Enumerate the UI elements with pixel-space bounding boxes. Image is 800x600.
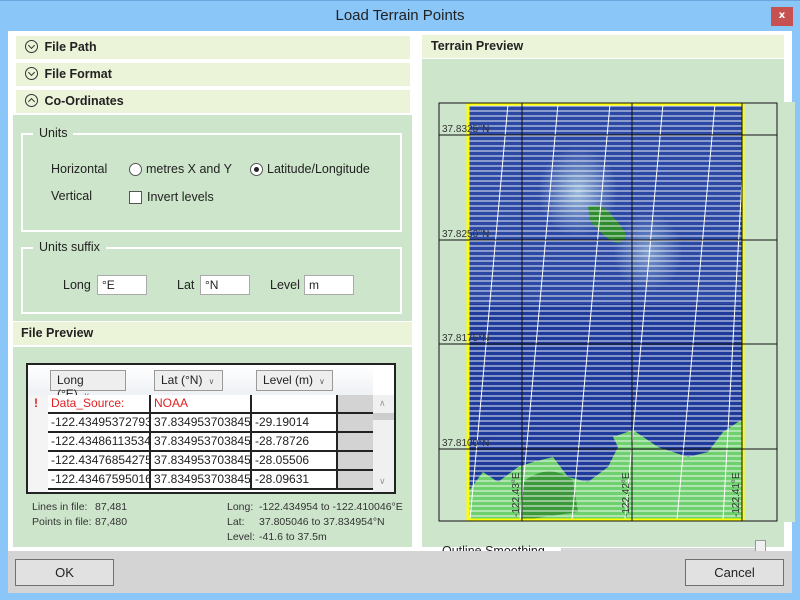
grid-cell[interactable]: 37.834953703845 (151, 471, 252, 490)
window-title: Load Terrain Points (335, 7, 465, 24)
scan-lines (468, 104, 743, 520)
grid-cell[interactable]: -28.78726 (252, 433, 338, 452)
units-group-title: Units (33, 126, 74, 140)
terrain-preview-title: Terrain Preview (431, 39, 524, 53)
lat-suffix-input[interactable]: °N (200, 275, 250, 295)
grid-cell[interactable]: Data_Source: (48, 395, 151, 414)
long-range-label: Long: (227, 501, 254, 513)
column-lat-dropdown[interactable]: Lat (°N) ∨ (154, 370, 223, 391)
collapse-chevron-icon (25, 94, 38, 107)
column-level-label: Level (m) (263, 373, 314, 387)
terrain-preview-panel: 37.8325°N 37.8250°N 37.8175°N 37.8100°N … (422, 59, 795, 559)
column-lat-label: Lat (°N) (161, 373, 203, 387)
grid-cell[interactable]: -28.05506 (252, 452, 338, 471)
grid-vertical-scrollbar[interactable]: ∧ ∨ (373, 395, 394, 492)
grid-cell[interactable]: 37.834953703845 (151, 414, 252, 433)
lat-label: 37.8175°N (442, 333, 489, 344)
coordinates-panel: Units Horizontal metres X and Y Latitude… (13, 115, 412, 321)
lat-label: 37.8325°N (442, 124, 489, 135)
horizontal-label: Horizontal (51, 162, 108, 176)
long-label: -122.43°E (511, 472, 522, 517)
grid-cell[interactable] (252, 395, 338, 414)
grid-cell[interactable]: -122.43495372793 (48, 414, 151, 433)
grid-cell[interactable]: -28.09631 (252, 471, 338, 490)
lines-in-file-value: 87,481 (95, 501, 128, 513)
units-suffix-group: Units suffix Long °E Lat °N Level m (21, 240, 402, 314)
cancel-button[interactable]: Cancel (685, 559, 784, 586)
long-label: -122.41°E (731, 472, 742, 517)
points-in-file-label: Points in file: (32, 516, 92, 528)
radio-metres-label[interactable]: metres X and Y (146, 162, 232, 176)
long-suffix-label: Long (63, 278, 91, 292)
section-coordinates[interactable]: Co-Ordinates (16, 90, 410, 113)
grid-cell[interactable]: -29.19014 (252, 414, 338, 433)
expand-chevron-icon (25, 40, 38, 53)
lat-range-value: 37.805046 to 37.834954°N (259, 516, 385, 528)
grid-cell[interactable]: NOAA (151, 395, 252, 414)
grid-cell-empty (338, 433, 373, 452)
dialog-footer: OK Cancel (8, 551, 792, 593)
lat-suffix-label: Lat (177, 278, 195, 292)
section-file-path-label: File Path (44, 40, 97, 54)
lat-range-label: Lat: (227, 516, 245, 528)
chevron-down-icon: ∨ (208, 377, 215, 386)
ok-button[interactable]: OK (15, 559, 114, 586)
long-range-value: -122.434954 to -122.410046°E (259, 501, 403, 513)
scroll-down-arrow-icon[interactable]: ∨ (379, 477, 386, 487)
units-suffix-group-title: Units suffix (33, 240, 106, 254)
grid-cell[interactable]: -122.43467595016 (48, 471, 151, 490)
level-range-value: -41.6 to 37.5m (259, 531, 327, 543)
title-bar: Load Terrain Points x (0, 0, 800, 31)
row-header-column (28, 395, 48, 492)
section-coordinates-label: Co-Ordinates (44, 94, 124, 108)
grid-cell-empty (338, 452, 373, 471)
error-flag-icon: ! (34, 396, 38, 410)
units-group: Units Horizontal metres X and Y Latitude… (21, 126, 402, 232)
invert-levels-label[interactable]: Invert levels (147, 190, 214, 204)
dialog-body: File Path File Format Co-Ordinates Units… (8, 31, 795, 593)
column-long-dropdown[interactable]: Long (°E)∨ (50, 370, 126, 401)
radio-lat-long[interactable] (250, 163, 263, 176)
expand-chevron-icon (25, 67, 38, 80)
lat-label: 37.8250°N (442, 229, 489, 240)
radio-lat-long-label[interactable]: Latitude/Longitude (267, 162, 370, 176)
file-preview-header: File Preview (13, 322, 412, 345)
close-button[interactable]: x (771, 7, 793, 26)
file-preview-title: File Preview (21, 326, 94, 340)
lines-in-file-label: Lines in file: (32, 501, 88, 513)
section-file-path[interactable]: File Path (16, 36, 410, 59)
grid-column-header-row: Long (°E)∨ Lat (°N) ∨ Level (m) ∨ (28, 365, 373, 401)
lat-label: 37.8100°N (442, 438, 489, 449)
level-suffix-input[interactable]: m (304, 275, 354, 295)
vertical-label: Vertical (51, 189, 92, 203)
grid-cell[interactable]: 37.834953703845 (151, 452, 252, 471)
scroll-up-arrow-icon[interactable]: ∧ (379, 399, 386, 409)
section-file-format[interactable]: File Format (16, 63, 410, 86)
file-preview-grid: Long (°E)∨ Lat (°N) ∨ Level (m) ∨ ! Data_S… (26, 363, 396, 494)
invert-levels-checkbox[interactable] (129, 191, 142, 204)
scroll-thumb[interactable] (373, 413, 394, 420)
long-label: -122.42°E (621, 472, 632, 517)
column-level-dropdown[interactable]: Level (m) ∨ (256, 370, 333, 391)
long-suffix-input[interactable]: °E (97, 275, 147, 295)
level-range-label: Level: (227, 531, 256, 543)
terrain-preview-header: Terrain Preview (422, 35, 784, 58)
grid-cell[interactable]: -122.43476854275 (48, 452, 151, 471)
grid-cell-empty (338, 471, 373, 490)
terrain-map[interactable]: 37.8325°N 37.8250°N 37.8175°N 37.8100°N … (438, 102, 795, 522)
radio-metres[interactable] (129, 163, 142, 176)
grid-cell[interactable]: 37.834953703845 (151, 433, 252, 452)
points-in-file-value: 87,480 (95, 516, 128, 528)
level-suffix-label: Level (270, 278, 300, 292)
grid-cell-empty (338, 395, 373, 414)
chevron-down-icon: ∨ (319, 377, 325, 386)
section-file-format-label: File Format (44, 67, 112, 81)
grid-cell-empty (338, 414, 373, 433)
grid-cell[interactable]: -122.43486113534 (48, 433, 151, 452)
